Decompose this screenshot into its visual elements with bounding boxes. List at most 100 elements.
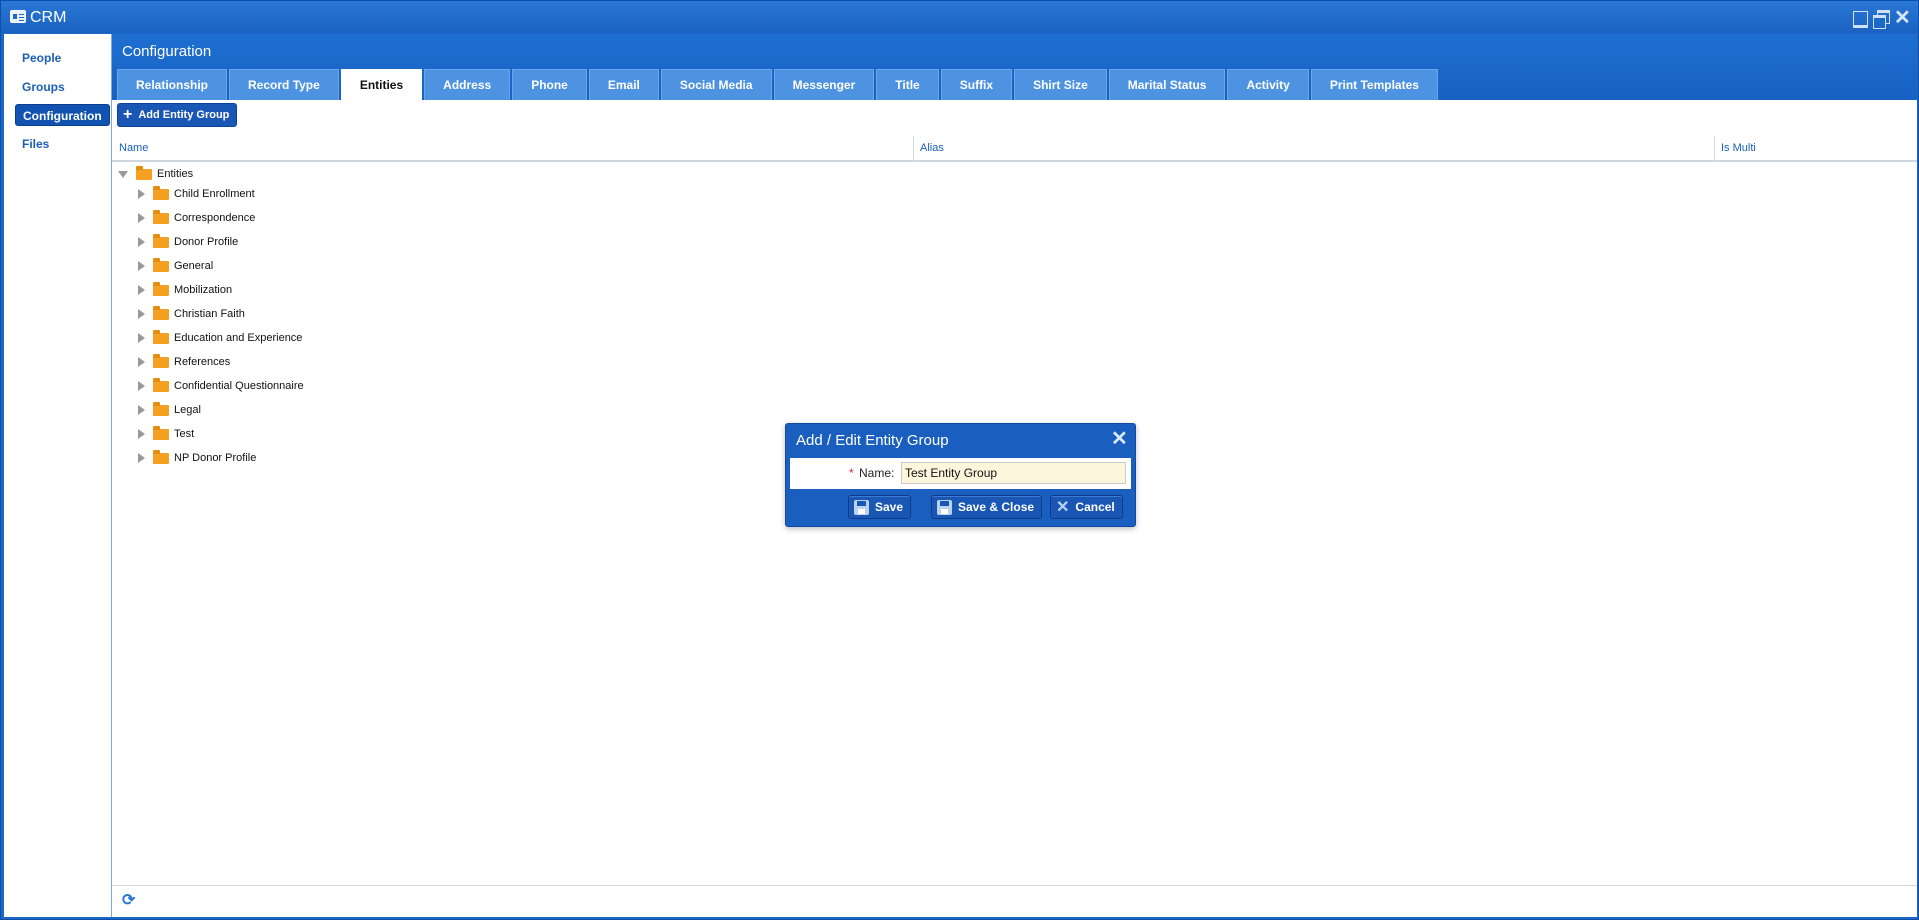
- expand-toggle-icon[interactable]: [138, 261, 145, 271]
- sidebar-item-files[interactable]: Files: [15, 133, 56, 155]
- dialog-body: * Name:: [790, 458, 1131, 489]
- tree-node[interactable]: Education and Experience: [138, 328, 302, 348]
- sidebar-item-groups[interactable]: Groups: [15, 76, 72, 98]
- tab-shirt-size[interactable]: Shirt Size: [1014, 69, 1107, 100]
- tree-node[interactable]: Child Enrollment: [138, 184, 255, 204]
- folder-icon: [153, 233, 169, 248]
- expand-toggle-icon[interactable]: [138, 381, 145, 391]
- config-tabs: Relationship Record Type Entities Addres…: [117, 69, 1438, 100]
- expand-toggle-icon[interactable]: [138, 357, 145, 367]
- tree-node[interactable]: Test: [138, 424, 194, 444]
- sidebar-item-people[interactable]: People: [15, 47, 68, 69]
- expand-toggle-icon[interactable]: [138, 237, 145, 247]
- tree-node-label: Christian Faith: [174, 308, 245, 320]
- tab-entities[interactable]: Entities: [340, 69, 423, 100]
- tree-node-label: References: [174, 356, 231, 368]
- tab-email[interactable]: Email: [588, 69, 659, 100]
- plus-icon: +: [123, 106, 133, 123]
- expand-toggle-icon[interactable]: [138, 189, 145, 199]
- expand-toggle-icon[interactable]: [138, 285, 145, 295]
- panel-footer: ⟳: [112, 885, 1917, 917]
- tab-phone[interactable]: Phone: [512, 69, 587, 100]
- close-icon[interactable]: ✕: [1894, 8, 1911, 28]
- cancel-x-icon: ✕: [1056, 498, 1070, 516]
- name-label: Name:: [859, 466, 895, 480]
- folder-icon: [153, 353, 169, 368]
- dialog-title: Add / Edit Entity Group: [796, 432, 949, 449]
- window-titlebar: CRM ✕: [1, 1, 1918, 33]
- tab-address[interactable]: Address: [424, 69, 511, 100]
- tree-node-label: Donor Profile: [174, 236, 239, 248]
- collapse-toggle-icon[interactable]: [118, 170, 128, 178]
- tab-activity[interactable]: Activity: [1227, 69, 1309, 100]
- tab-marital-status[interactable]: Marital Status: [1108, 69, 1226, 100]
- folder-icon: [153, 377, 169, 392]
- folder-icon: [153, 185, 169, 200]
- required-marker: *: [849, 466, 854, 480]
- crm-window: CRM ✕ People Groups Configuration Files …: [0, 0, 1919, 920]
- expand-toggle-icon[interactable]: [138, 213, 145, 223]
- window-title: CRM: [30, 9, 67, 26]
- cancel-button[interactable]: ✕ Cancel: [1050, 495, 1123, 519]
- tab-record-type[interactable]: Record Type: [229, 69, 339, 100]
- folder-icon: [153, 281, 169, 296]
- tree-node-label: Mobilization: [174, 284, 233, 296]
- column-name[interactable]: Name: [119, 136, 148, 162]
- tree-node[interactable]: Donor Profile: [138, 232, 238, 252]
- column-alias[interactable]: Alias: [913, 136, 944, 162]
- expand-toggle-icon[interactable]: [138, 429, 145, 439]
- tree-node-label: Confidential Questionnaire: [174, 380, 304, 392]
- name-field[interactable]: [901, 462, 1126, 484]
- tab-print-templates[interactable]: Print Templates: [1310, 69, 1438, 100]
- folder-icon: [153, 401, 169, 416]
- tree-node[interactable]: References: [138, 352, 230, 372]
- add-entity-group-button[interactable]: + Add Entity Group: [117, 103, 238, 127]
- tree-node[interactable]: General: [138, 256, 213, 276]
- save-button[interactable]: Save: [848, 495, 912, 519]
- tree-node[interactable]: Correspondence: [138, 208, 255, 228]
- tab-messenger[interactable]: Messenger: [773, 69, 875, 100]
- sidebar-item-configuration[interactable]: Configuration: [15, 104, 110, 126]
- page-header: Configuration Relationship Record Type E…: [112, 34, 1917, 100]
- expand-toggle-icon[interactable]: [138, 333, 145, 343]
- tree-node-root[interactable]: Entities: [118, 164, 193, 184]
- tab-relationship[interactable]: Relationship: [117, 69, 228, 100]
- tree-node-label: Legal: [174, 404, 201, 416]
- sidebar: People Groups Configuration Files: [4, 34, 111, 917]
- grid-header: Name Alias Is Multi: [112, 136, 1917, 162]
- tree-node[interactable]: NP Donor Profile: [138, 448, 256, 468]
- folder-icon: [153, 209, 169, 224]
- refresh-icon[interactable]: ⟳: [122, 893, 138, 909]
- column-is-multi[interactable]: Is Multi: [1714, 136, 1756, 162]
- dialog-close-icon[interactable]: ✕: [1111, 429, 1128, 449]
- tree-node-label: Correspondence: [174, 212, 256, 224]
- save-button-label: Save: [875, 500, 904, 514]
- tree-node-label: Test: [174, 428, 195, 440]
- save-close-button-label: Save & Close: [958, 500, 1035, 514]
- tree-node-label: General: [174, 260, 214, 272]
- tree-node[interactable]: Confidential Questionnaire: [138, 376, 304, 396]
- save-close-button[interactable]: Save & Close: [931, 495, 1043, 519]
- add-edit-entity-group-dialog: Add / Edit Entity Group ✕ * Name: Save S…: [785, 423, 1136, 527]
- expand-toggle-icon[interactable]: [138, 453, 145, 463]
- crm-card-icon: [10, 10, 26, 23]
- minimize-icon[interactable]: [1852, 10, 1868, 28]
- tree-node[interactable]: Legal: [138, 400, 201, 420]
- tab-title[interactable]: Title: [876, 69, 939, 100]
- page-title: Configuration: [122, 43, 212, 60]
- folder-icon: [153, 329, 169, 344]
- folder-icon: [153, 425, 169, 440]
- tree-node[interactable]: Christian Faith: [138, 304, 245, 324]
- expand-toggle-icon[interactable]: [138, 405, 145, 415]
- tree-node[interactable]: Mobilization: [138, 280, 232, 300]
- tab-suffix[interactable]: Suffix: [940, 69, 1013, 100]
- tree-node-label: NP Donor Profile: [174, 452, 257, 464]
- tree-node-label: Education and Experience: [174, 332, 303, 344]
- tree-node-label: Child Enrollment: [174, 188, 255, 200]
- save-disk-icon: [854, 499, 869, 515]
- restore-icon[interactable]: [1873, 10, 1890, 29]
- tab-social-media[interactable]: Social Media: [660, 69, 772, 100]
- save-disk-icon: [937, 499, 952, 515]
- expand-toggle-icon[interactable]: [138, 309, 145, 319]
- folder-icon: [153, 449, 169, 464]
